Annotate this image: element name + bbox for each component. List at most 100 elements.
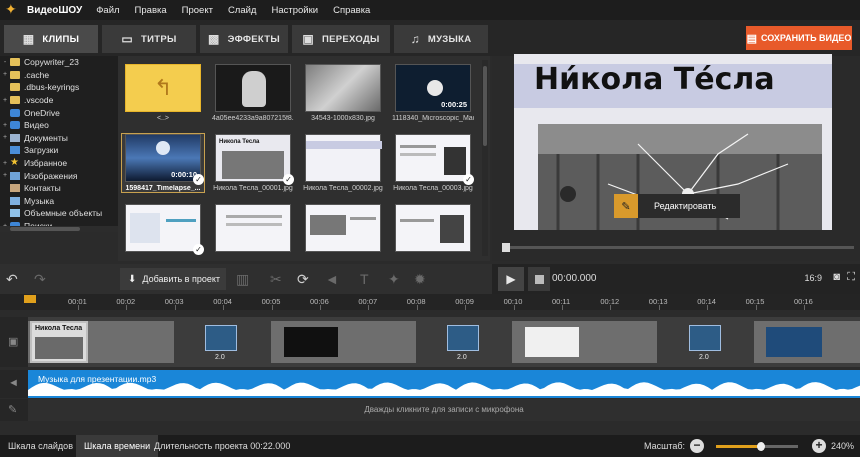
menu-settings[interactable]: Настройки [271,5,318,16]
media-item[interactable]: 0:00:25 1118340_Microscopic_Mac... [392,64,474,122]
media-item[interactable]: Никола Тесла_00002.jpg [302,134,384,192]
collapse-icon[interactable]: - [0,59,10,66]
media-item[interactable]: 34543-1000x830.jpg [302,64,384,122]
media-caption: Никола Тесла_00002.jpg [303,185,383,192]
clip-thumbnail[interactable] [766,327,822,357]
tree-scrollbar[interactable] [0,226,118,232]
menu-slide[interactable]: Слайд [228,5,257,16]
preview-slide-title: Ни́кола Те́сла [534,62,775,97]
editing-toolbar: ↶ ↷ ⬇ Добавить в проект ▥ ✂ ⟳ ◄ T ✦ ✹ ▶ 0… [0,264,860,294]
tree-item[interactable]: Музыка [0,195,118,208]
media-item[interactable] [302,204,384,255]
tree-item[interactable]: Объемные объекты [0,207,118,220]
zoom-slider-knob[interactable] [757,442,766,451]
star-icon: ★ [10,157,19,169]
play-button[interactable]: ▶ [498,267,524,291]
tree-item[interactable]: - Copywriter_23 [0,56,118,69]
tree-item[interactable]: + ★ Избранное [0,157,118,170]
rotate-icon[interactable]: ⟳ [297,271,309,288]
transition-block[interactable] [447,325,479,351]
media-item[interactable] [212,204,294,255]
media-item[interactable]: ✓ Никола Тесла_00003.jpg [392,134,474,192]
stop-button[interactable] [528,267,550,291]
tab-titles[interactable]: ▭ ТИТРЫ [102,25,196,53]
expand-icon[interactable]: + [0,71,10,78]
snapshot-icon[interactable]: ◙ [833,271,840,283]
media-item[interactable]: Никола Тесла ✓ Никола Тесла_00001.jpg [212,134,294,192]
media-item[interactable] [392,204,474,255]
playhead-marker[interactable] [24,295,36,303]
magic-wand-icon[interactable]: ✦ [388,271,400,288]
tree-item[interactable]: Контакты [0,182,118,195]
arrow-down-icon: ⬇ [128,273,137,285]
clip-thumbnail[interactable] [284,327,338,357]
expand-icon[interactable]: + [0,172,10,179]
transition-duration: 2.0 [699,354,709,361]
tree-item[interactable]: + Изображения [0,169,118,182]
seek-knob[interactable] [502,243,510,252]
add-to-project-button[interactable]: ⬇ Добавить в проект [120,268,226,290]
media-item[interactable]: ↰ <..> [122,64,204,122]
menu-file[interactable]: Файл [96,5,119,16]
ruler-tick [465,305,467,310]
fullscreen-icon[interactable]: ⛶ [847,271,855,284]
tree-item[interactable]: + Документы [0,132,118,145]
tree-item[interactable]: OneDrive [0,106,118,119]
gear-icon[interactable]: ✹ [414,271,426,288]
text-icon[interactable]: T [360,271,369,287]
media-item[interactable]: 0:00:10 ✓ 1598417_Timelapse_... [121,133,205,193]
expand-icon[interactable]: + [0,160,10,167]
ruler-tick [126,305,128,310]
preview-seek-bar[interactable] [502,243,854,252]
media-caption: <..> [156,115,170,122]
menu-edit[interactable]: Правка [135,5,167,16]
media-thumbnail: ✓ [395,134,474,185]
video-track[interactable]: Никола Тесла 2.0 2.0 2.0 [28,317,860,367]
expand-icon[interactable]: + [0,122,10,129]
tab-effects[interactable]: ▩ ЭФФЕКТЫ [200,25,288,53]
redo-icon[interactable]: ↷ [34,271,46,288]
tab-clips[interactable]: ▦ КЛИПЫ [4,25,98,53]
ruler-tick [78,305,79,310]
menu-bar: Файл Правка Проект Слайд Настройки Справ… [96,5,385,16]
clip-thumbnail[interactable] [525,327,579,357]
clip-title: Никола Тесла [35,325,83,332]
transition-block[interactable] [205,325,237,351]
edit-button[interactable]: ✎ Редактировать [614,194,740,218]
scissors-icon[interactable]: ✂ [270,271,282,288]
tab-timeline-scale[interactable]: Шкала времени [76,435,159,457]
expand-icon[interactable]: + [0,97,10,104]
tab-slides-scale[interactable]: Шкала слайдов [0,435,81,457]
save-video-button[interactable]: ▤ СОХРАНИТЬ ВИДЕО [746,26,852,50]
media-item[interactable]: ✓ [122,204,204,255]
ruler-tick [271,305,273,310]
menu-project[interactable]: Проект [182,5,213,16]
grid-scrollbar[interactable] [482,60,488,256]
playback-time: 00:00.000 [552,273,597,284]
slide-clip[interactable]: Никола Тесла [30,321,88,363]
player-controls: ▶ 00:00.000 16:9 ◙ ⛶ [492,264,860,294]
tree-item[interactable]: + Видео [0,119,118,132]
menu-help[interactable]: Справка [333,5,370,16]
transition-block[interactable] [689,325,721,351]
zoom-out-button[interactable]: − [690,439,704,453]
timeline-ruler[interactable]: 00:01 00:02 00:03 00:04 00:05 00:06 00:07 00:08… [0,294,860,310]
tab-transitions[interactable]: ▣ ПЕРЕХОДЫ [292,25,390,53]
microphone-track[interactable]: Дважды кликните для записи с микрофона [28,399,860,421]
tree-item[interactable]: + .vscode [0,94,118,107]
tree-item[interactable]: + .cache [0,69,118,82]
trash-icon[interactable]: ▥ [236,271,249,288]
audio-track[interactable]: Музыка для презентации.mp3 [28,370,860,398]
zoom-in-button[interactable]: + [812,439,826,453]
aspect-ratio[interactable]: 16:9 [804,273,822,283]
tab-music[interactable]: ♫ МУЗЫКА [394,25,488,53]
undo-icon[interactable]: ↶ [6,271,18,288]
folder-tree[interactable]: - Copywriter_23 + .cache .dbus-keyrings + .vsc… [0,56,118,232]
tree-item[interactable]: Загрузки [0,144,118,157]
ruler-tick [755,305,757,310]
zoom-slider[interactable] [716,442,798,451]
tree-item[interactable]: .dbus-keyrings [0,81,118,94]
expand-icon[interactable]: + [0,134,10,141]
media-item[interactable]: 4a05ee4233a9a807215f8... [212,64,294,122]
volume-icon[interactable]: ◄ [325,271,339,287]
